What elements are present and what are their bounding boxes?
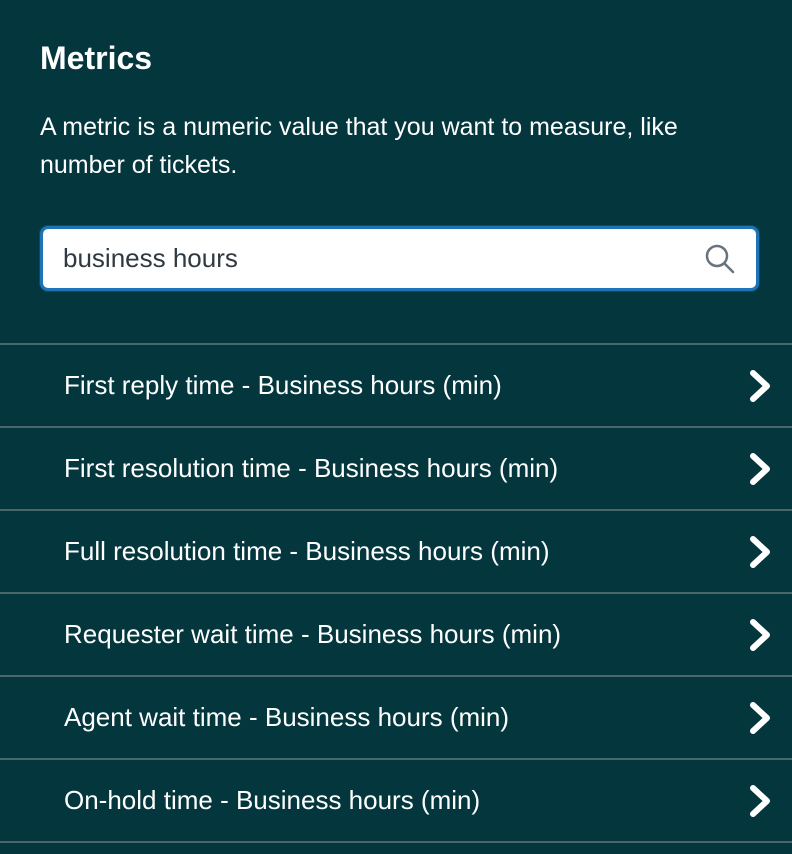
metric-label: First resolution time - Business hours (… <box>64 453 559 483</box>
metric-label: Full resolution time - Business hours (m… <box>64 536 550 566</box>
metric-label: Requester wait time - Business hours (mi… <box>64 619 562 649</box>
metric-label: On-hold time - Business hours (min) <box>64 785 481 815</box>
list-item[interactable]: Agent wait time - Business hours (min) <box>0 677 792 760</box>
chevron-right-icon[interactable] <box>746 452 774 486</box>
chevron-right-icon[interactable] <box>746 369 774 403</box>
search-input[interactable] <box>63 229 683 288</box>
search-box[interactable] <box>40 226 759 291</box>
search-icon[interactable] <box>704 243 736 275</box>
metric-list: First reply time - Business hours (min) … <box>0 343 792 843</box>
list-item[interactable]: On-hold time - Business hours (min) <box>0 760 792 843</box>
list-item[interactable]: First reply time - Business hours (min) <box>0 345 792 428</box>
list-item[interactable]: Requester wait time - Business hours (mi… <box>0 594 792 677</box>
chevron-right-icon[interactable] <box>746 535 774 569</box>
chevron-right-icon[interactable] <box>746 618 774 652</box>
metric-label: First reply time - Business hours (min) <box>64 370 502 400</box>
list-item[interactable]: Full resolution time - Business hours (m… <box>0 511 792 594</box>
chevron-right-icon[interactable] <box>746 784 774 818</box>
chevron-right-icon[interactable] <box>746 701 774 735</box>
list-item[interactable]: First resolution time - Business hours (… <box>0 428 792 511</box>
panel-title: Metrics <box>40 40 153 76</box>
metric-label: Agent wait time - Business hours (min) <box>64 702 510 732</box>
metrics-panel: Metrics A metric is a numeric value that… <box>0 0 792 854</box>
panel-description: A metric is a numeric value that you wan… <box>40 113 678 179</box>
